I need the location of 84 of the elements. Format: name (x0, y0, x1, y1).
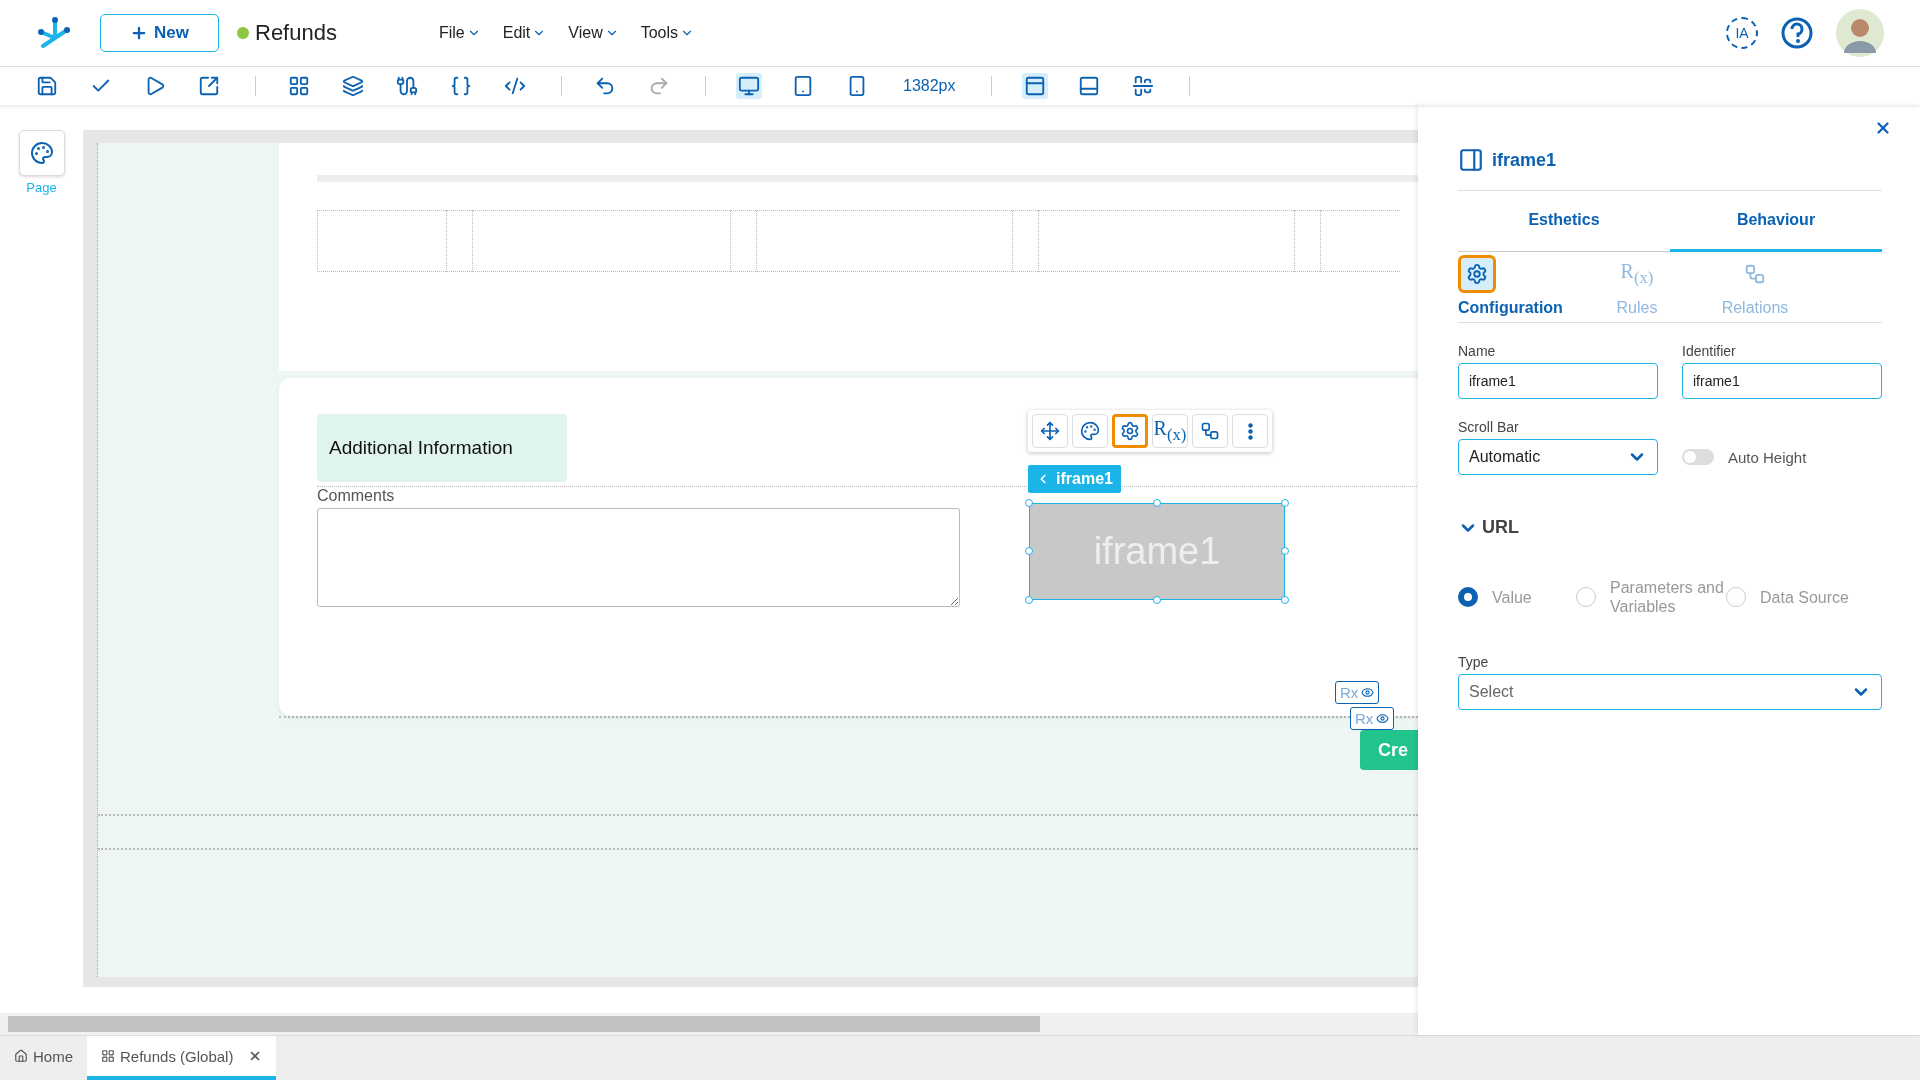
url-section-header[interactable]: URL (1458, 517, 1882, 538)
panel-tab[interactable]: Behaviour (1670, 191, 1882, 252)
rules-button[interactable]: R$_{(x)}$ (1152, 414, 1188, 448)
help-icon[interactable] (1780, 16, 1814, 50)
grid-icon (101, 1049, 115, 1063)
radio-label: Parameters and Variables (1610, 578, 1725, 616)
field-label: Type (1458, 654, 1490, 670)
resize-handle[interactable] (1281, 547, 1289, 555)
relations-button[interactable] (1192, 414, 1228, 448)
braces-icon (450, 75, 472, 97)
frame-icon (1077, 75, 1100, 97)
home-icon (14, 1049, 28, 1063)
plug-icon (396, 75, 418, 97)
eye-icon (1376, 712, 1390, 725)
status-dot (237, 27, 249, 39)
name-field[interactable]: iframe1 (1458, 363, 1658, 399)
palette-icon (1080, 421, 1100, 441)
section-title: Additional Information (317, 414, 567, 482)
grid-cell (1294, 210, 1320, 272)
page-button[interactable] (18, 130, 65, 176)
menu-item[interactable]: File (438, 24, 481, 42)
document-tab[interactable]: Refunds (Global) (87, 1036, 277, 1080)
resize-handle[interactable] (1153, 499, 1161, 507)
move-icon (1040, 421, 1060, 441)
document-title: Refunds (255, 20, 337, 46)
panel-tab[interactable]: Esthetics (1458, 191, 1670, 252)
resize-handle[interactable] (1281, 499, 1289, 507)
menu-item[interactable]: View (568, 24, 619, 42)
export-icon (198, 75, 220, 97)
relations-icon (1200, 421, 1220, 441)
ai-button[interactable]: IA (1726, 17, 1758, 49)
menu-item[interactable]: Edit (502, 24, 547, 42)
undo-icon (594, 75, 616, 97)
auto-height-switch[interactable] (1682, 449, 1714, 465)
palette-button[interactable] (1072, 414, 1108, 448)
rules-icon: R$_{(x)}$ (1618, 255, 1656, 293)
resize-handle[interactable] (1153, 596, 1161, 604)
grid-cell (446, 210, 472, 272)
layers-icon (342, 75, 364, 97)
plus-icon (130, 24, 148, 42)
align-icon (1131, 75, 1154, 97)
grid-cell (730, 210, 756, 272)
field-label: Name (1458, 343, 1497, 359)
more-button[interactable] (1232, 414, 1268, 448)
resize-handle[interactable] (1281, 596, 1289, 604)
monitor-icon (738, 75, 760, 97)
resize-handle[interactable] (1025, 547, 1033, 555)
redo-icon (648, 75, 670, 97)
comments-field[interactable] (317, 508, 960, 607)
tablet-icon (792, 75, 814, 97)
palette-icon (29, 141, 54, 165)
settings-button[interactable] (1112, 414, 1148, 448)
document-tab[interactable]: Home (0, 1036, 87, 1080)
identifier-field[interactable]: iframe1 (1682, 363, 1882, 399)
field-label: Scroll Bar (1458, 419, 1520, 435)
horizontal-scrollbar[interactable] (0, 1013, 1418, 1035)
scroll-bar-select[interactable]: Automatic (1458, 439, 1658, 475)
code-icon (504, 75, 526, 97)
resize-handle[interactable] (1025, 596, 1033, 604)
eye-icon (1361, 686, 1375, 699)
gear-icon (1120, 421, 1140, 441)
gear-icon (1458, 255, 1496, 293)
section-tab[interactable]: Configuration (1458, 255, 1578, 317)
more-icon (1247, 422, 1253, 440)
grid-cell (1012, 210, 1038, 272)
page-label: Page (26, 180, 57, 195)
type-select[interactable]: Select (1458, 674, 1882, 710)
menu-item[interactable]: Tools (640, 24, 695, 42)
save-icon (36, 75, 58, 97)
radio-label: Value (1492, 587, 1532, 607)
resize-handle[interactable] (1025, 499, 1033, 507)
radio-label: Data Source (1760, 587, 1849, 607)
field-label: Identifier (1682, 343, 1737, 359)
switch-label: Auto Height (1728, 448, 1807, 466)
panel-title: iframe1 (1492, 149, 1557, 171)
layout-panel-icon (1023, 75, 1046, 97)
new-button[interactable]: New (100, 14, 219, 52)
grid-icon (288, 75, 310, 97)
radio-button[interactable] (1458, 587, 1478, 607)
close-icon[interactable] (1874, 119, 1892, 137)
width-reading: 1382px (903, 77, 956, 95)
avatar[interactable] (1836, 9, 1884, 57)
iframe-icon (1458, 147, 1484, 173)
move-button[interactable] (1032, 414, 1068, 448)
